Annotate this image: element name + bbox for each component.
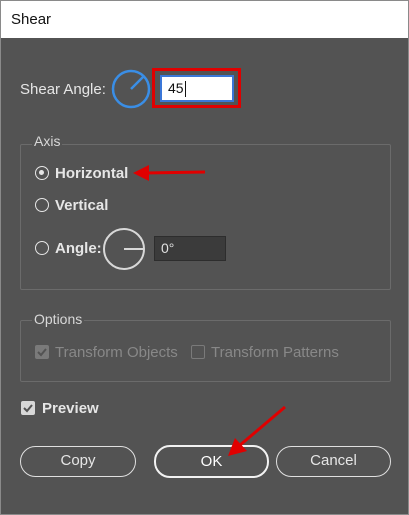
axis-angle-value: 0° (161, 240, 175, 256)
transform-patterns-checkbox[interactable] (191, 345, 205, 359)
preview-label[interactable]: Preview (42, 400, 99, 417)
vertical-radio[interactable] (35, 198, 49, 212)
axis-angle-input[interactable]: 0° (154, 236, 226, 261)
axis-legend: Axis (32, 133, 63, 149)
text-caret (184, 81, 186, 98)
transform-objects-checkbox[interactable] (35, 345, 49, 359)
transform-patterns-label: Transform Patterns (211, 344, 339, 361)
horizontal-label[interactable]: Horizontal (55, 165, 128, 182)
checkmark-icon (37, 348, 47, 357)
shear-dialog: Shear Shear Angle: 45 Axis Horizontal Ve… (0, 0, 409, 515)
shear-angle-value: 45 (168, 80, 184, 96)
horizontal-radio[interactable] (35, 166, 49, 180)
shear-angle-label: Shear Angle: (20, 81, 106, 98)
angle-radio[interactable] (35, 241, 49, 255)
angle-label[interactable]: Angle: (55, 240, 102, 257)
shear-angle-input[interactable]: 45 (160, 75, 234, 102)
preview-checkbox[interactable] (21, 401, 35, 415)
vertical-label[interactable]: Vertical (55, 197, 108, 214)
transform-objects-label: Transform Objects (55, 344, 178, 361)
checkmark-icon (23, 404, 33, 413)
annotation-arrow-horizontal (133, 165, 206, 181)
annotation-arrow-ok (228, 405, 286, 456)
dialog-title: Shear (11, 11, 52, 28)
cancel-button[interactable]: Cancel (276, 446, 391, 477)
copy-button[interactable]: Copy (20, 446, 136, 477)
options-legend: Options (32, 311, 85, 327)
title-bar: Shear (1, 1, 408, 38)
axis-angle-dial[interactable] (102, 227, 146, 271)
shear-angle-dial[interactable] (110, 68, 152, 110)
